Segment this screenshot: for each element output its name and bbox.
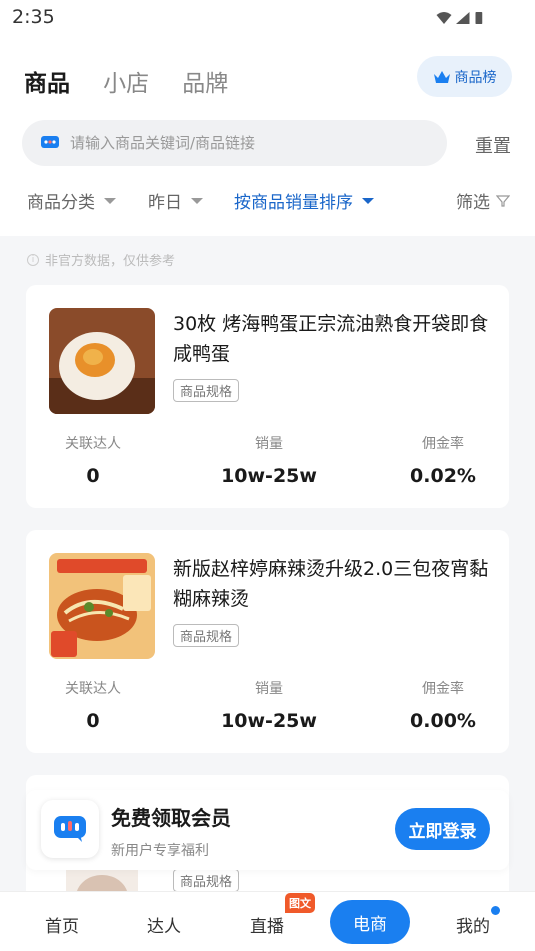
filter-date[interactable]: 昨日 (148, 188, 203, 213)
notice-text: 非官方数据，仅供参考 (45, 254, 176, 269)
product-title: 30枚 烤海鸭蛋正宗流油熟食开袋即食咸鸭蛋 (173, 313, 489, 365)
product-card[interactable]: 30枚 烤海鸭蛋正宗流油熟食开袋即食咸鸭蛋 商品规格 关联达人 0 销量 10w… (26, 285, 509, 508)
live-badge: 图文 (285, 893, 315, 913)
tab-influencers[interactable]: 达人 (134, 912, 194, 937)
stat-commission: 佣金率 0.02% (383, 433, 503, 487)
tab-live[interactable]: 直播 (237, 912, 297, 937)
signal-icon (456, 12, 470, 24)
tab-home[interactable]: 首页 (32, 912, 92, 937)
stat-value: 0.00% (410, 710, 476, 732)
stat-label: 销量 (255, 681, 283, 697)
stat-label: 关联达人 (65, 681, 121, 697)
category-tabs: 商品 小店 品牌 (24, 64, 256, 98)
tab-products[interactable]: 商品 (24, 64, 70, 98)
spec-tag[interactable]: 商品规格 (173, 869, 240, 892)
stat-value: 10w-25w (221, 710, 317, 732)
product-rank-button[interactable]: 商品榜 (417, 56, 512, 97)
chevron-down-icon (104, 197, 116, 204)
stat-label: 佣金率 (422, 436, 464, 452)
status-time: 2:35 (12, 6, 55, 28)
product-title: 新版赵梓婷麻辣烫升级2.0三包夜宵黏糊麻辣烫 (173, 558, 489, 610)
filter-screen[interactable]: 筛选 (456, 188, 510, 213)
app-logo-icon (41, 800, 99, 858)
filter-sort[interactable]: 按商品销量排序 (234, 188, 374, 213)
stat-value: 0 (86, 465, 100, 487)
reset-button[interactable]: 重置 (475, 132, 511, 158)
wifi-icon (436, 12, 452, 24)
stat-commission: 佣金率 0.00% (383, 678, 503, 732)
tab-ecommerce[interactable]: 电商 (330, 900, 410, 944)
stat-value: 0.02% (410, 465, 476, 487)
battery-icon (475, 12, 483, 24)
header: 商品 小店 品牌 商品榜 重置 商品分类 昨日 按商品销量排序 (0, 36, 535, 236)
notification-dot (491, 906, 500, 915)
filter-sort-label: 按商品销量排序 (234, 193, 353, 213)
bottom-tab-bar: 首页 达人 直播 图文 电商 我的 (0, 891, 535, 951)
data-notice: i 非官方数据，仅供参考 (27, 250, 175, 269)
filter-date-label: 昨日 (148, 193, 182, 213)
stat-value: 10w-25w (221, 465, 317, 487)
info-icon: i (27, 253, 39, 266)
member-subtitle: 新用户专享福利 (111, 843, 209, 859)
status-icons (436, 12, 483, 24)
filter-screen-label: 筛选 (456, 193, 490, 213)
filter-category-label: 商品分类 (27, 193, 95, 213)
login-button[interactable]: 立即登录 (395, 808, 490, 850)
stat-label: 佣金率 (422, 681, 464, 697)
search-input[interactable] (70, 134, 410, 152)
tab-me[interactable]: 我的 (443, 912, 503, 937)
product-thumbnail (49, 308, 155, 414)
product-rank-label: 商品榜 (454, 69, 497, 86)
member-banner[interactable]: 免费领取会员 新用户专享福利 立即登录 (26, 790, 509, 870)
stat-linked-influencers: 关联达人 0 (33, 678, 153, 732)
tab-stores[interactable]: 小店 (103, 64, 149, 98)
stat-label: 销量 (255, 436, 283, 452)
stat-label: 关联达人 (65, 436, 121, 452)
tab-brands[interactable]: 品牌 (182, 64, 228, 98)
stat-value: 0 (86, 710, 100, 732)
chevron-down-icon (362, 197, 374, 204)
filter-category[interactable]: 商品分类 (27, 188, 116, 213)
stat-sales: 销量 10w-25w (209, 433, 329, 487)
filter-icon (496, 194, 510, 207)
search-bar[interactable] (22, 120, 447, 166)
stat-linked-influencers: 关联达人 0 (33, 433, 153, 487)
spec-tag[interactable]: 商品规格 (173, 379, 240, 402)
stat-sales: 销量 10w-25w (209, 678, 329, 732)
chevron-down-icon (191, 197, 203, 204)
product-card[interactable]: 新版赵梓婷麻辣烫升级2.0三包夜宵黏糊麻辣烫 商品规格 关联达人 0 销量 10… (26, 530, 509, 753)
member-title: 免费领取会员 (111, 806, 231, 830)
search-icon (41, 136, 59, 148)
filter-row: 商品分类 昨日 按商品销量排序 筛选 (27, 188, 517, 213)
product-thumbnail (49, 553, 155, 659)
crown-icon (433, 70, 450, 83)
spec-tag[interactable]: 商品规格 (173, 624, 240, 647)
status-bar: 2:35 (0, 0, 535, 36)
